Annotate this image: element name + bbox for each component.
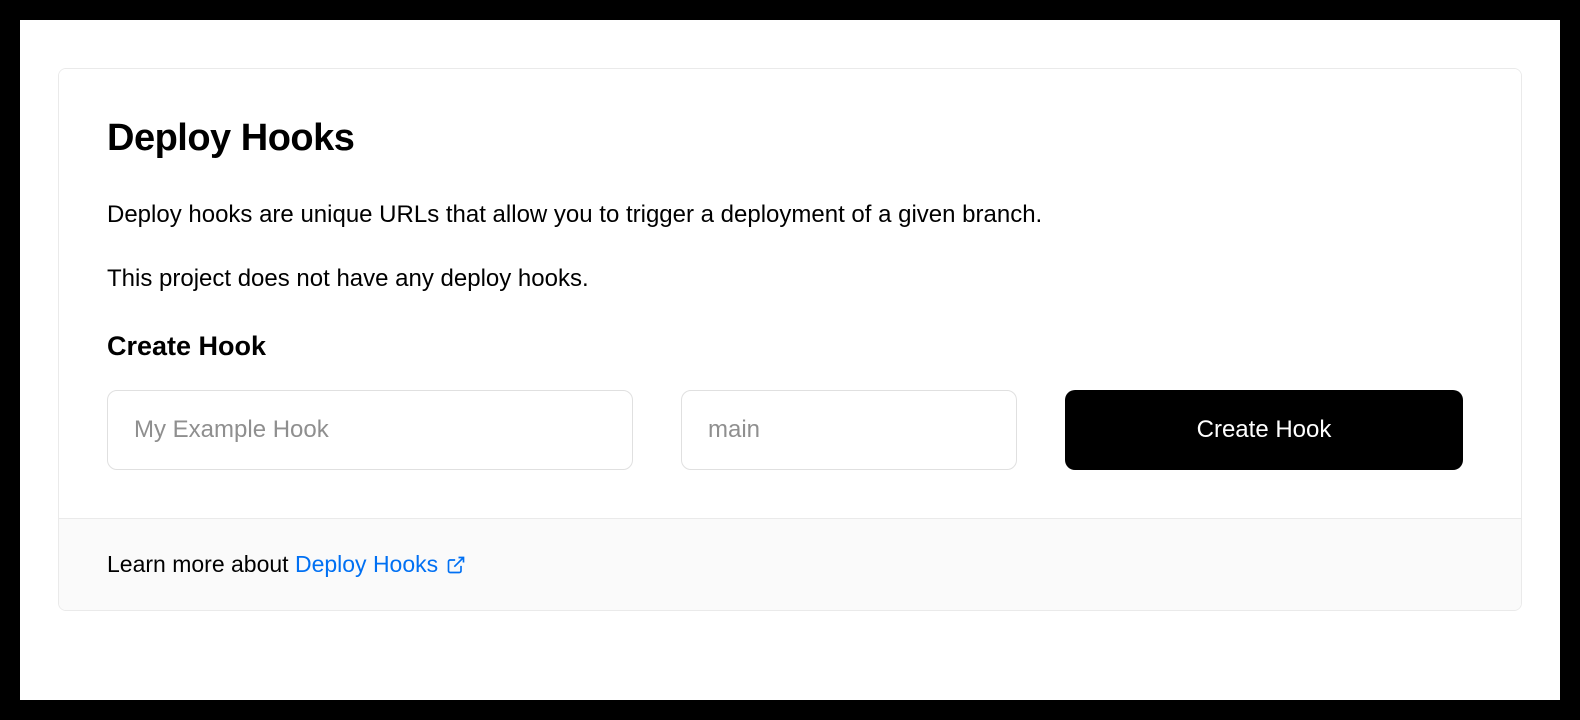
hook-name-input[interactable] (107, 390, 633, 470)
create-hook-heading: Create Hook (107, 331, 1473, 362)
deploy-hooks-card: Deploy Hooks Deploy hooks are unique URL… (58, 68, 1522, 611)
footer-text: Learn more about Deploy Hooks (107, 551, 466, 577)
deploy-hooks-link[interactable]: Deploy Hooks (295, 551, 466, 578)
create-hook-form: Create Hook (107, 390, 1473, 470)
create-hook-button[interactable]: Create Hook (1065, 390, 1463, 470)
branch-input[interactable] (681, 390, 1017, 470)
card-footer: Learn more about Deploy Hooks (59, 518, 1521, 610)
footer-prefix: Learn more about (107, 551, 295, 577)
card-title: Deploy Hooks (107, 117, 1473, 160)
external-link-icon (446, 555, 466, 575)
page-container: Deploy Hooks Deploy hooks are unique URL… (20, 20, 1560, 700)
card-description: Deploy hooks are unique URLs that allow … (107, 198, 1473, 232)
card-body: Deploy Hooks Deploy hooks are unique URL… (59, 69, 1521, 518)
footer-link-text: Deploy Hooks (295, 551, 438, 578)
empty-state-text: This project does not have any deploy ho… (107, 262, 1473, 296)
